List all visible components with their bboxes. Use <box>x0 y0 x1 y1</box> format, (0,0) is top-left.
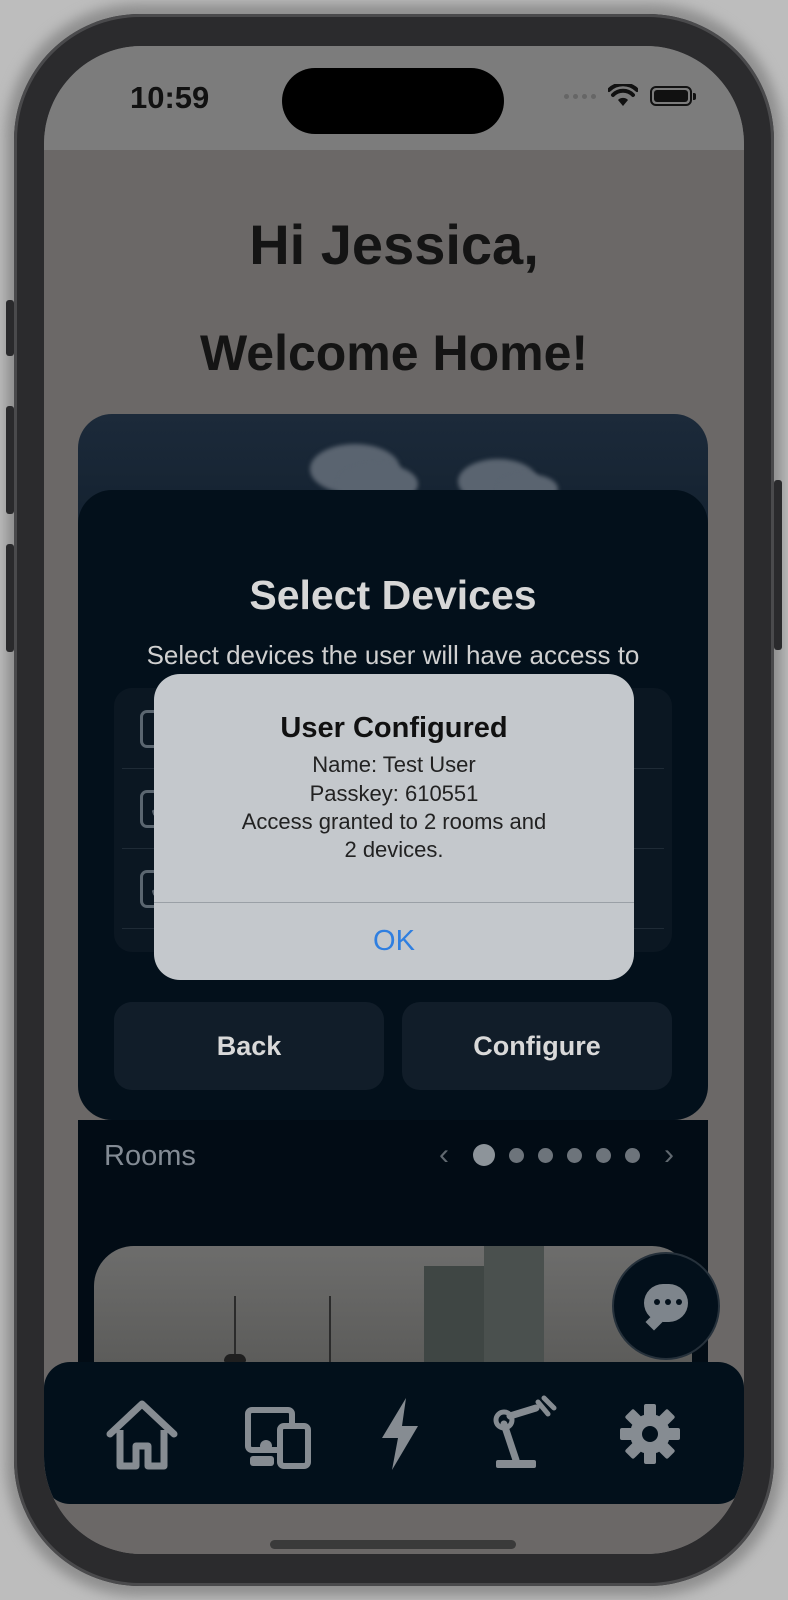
alert-name-line: Name: Test User <box>312 752 476 777</box>
rooms-carousel-nav: ‹ › <box>429 1138 684 1172</box>
configure-button[interactable]: Configure <box>402 1002 672 1090</box>
home-icon[interactable] <box>100 1394 184 1474</box>
page-dot[interactable] <box>538 1147 553 1163</box>
back-button[interactable]: Back <box>114 1002 384 1090</box>
alert-passkey-line: Passkey: 610551 <box>309 781 479 806</box>
chevron-left-icon[interactable]: ‹ <box>429 1138 459 1172</box>
alert-title: User Configured <box>280 712 508 744</box>
chat-button[interactable] <box>614 1254 718 1358</box>
alert-access-line-2: 2 devices. <box>344 837 444 862</box>
status-icons <box>564 84 696 108</box>
wifi-icon <box>608 84 638 106</box>
user-configured-alert: User Configured Name: Test User Passkey:… <box>154 674 634 980</box>
modal-title: Select Devices <box>249 572 537 618</box>
page-dot[interactable] <box>596 1147 611 1163</box>
action-button <box>6 300 14 356</box>
power-button <box>774 480 782 650</box>
page-dot[interactable] <box>625 1147 640 1163</box>
page-dot[interactable] <box>509 1147 524 1163</box>
energy-icon[interactable] <box>358 1394 442 1474</box>
battery-icon <box>650 86 696 106</box>
pendant-lamp-cord <box>234 1296 236 1356</box>
alert-access-line: Access granted to 2 rooms and <box>241 809 547 834</box>
modal-subtitle: Select devices the user will have access… <box>146 640 640 670</box>
dynamic-island <box>282 68 504 134</box>
tab-bar <box>44 1362 744 1504</box>
phone-screen: 10:59 Hi Jessica, Welcome Home! Rooms ‹ <box>44 46 744 1554</box>
home-indicator[interactable] <box>270 1540 516 1549</box>
volume-down-button <box>6 544 14 652</box>
robot-arm-icon[interactable] <box>482 1394 566 1474</box>
settings-icon[interactable] <box>608 1394 692 1474</box>
chevron-right-icon[interactable]: › <box>654 1138 684 1172</box>
chat-dots <box>654 1299 682 1305</box>
rooms-title: Rooms <box>104 1140 196 1172</box>
ok-button[interactable]: OK <box>154 903 634 980</box>
signal-dots-icon <box>564 93 596 99</box>
status-time: 10:59 <box>130 80 210 115</box>
status-bar: 10:59 <box>44 46 744 150</box>
pendant-lamp-shade <box>224 1354 246 1362</box>
volume-up-button <box>6 406 14 514</box>
page-dot[interactable] <box>567 1147 582 1163</box>
page-dot[interactable] <box>473 1144 495 1166</box>
greeting-title: Hi Jessica, <box>249 213 539 276</box>
devices-icon[interactable] <box>236 1394 320 1474</box>
welcome-title: Welcome Home! <box>199 325 589 381</box>
